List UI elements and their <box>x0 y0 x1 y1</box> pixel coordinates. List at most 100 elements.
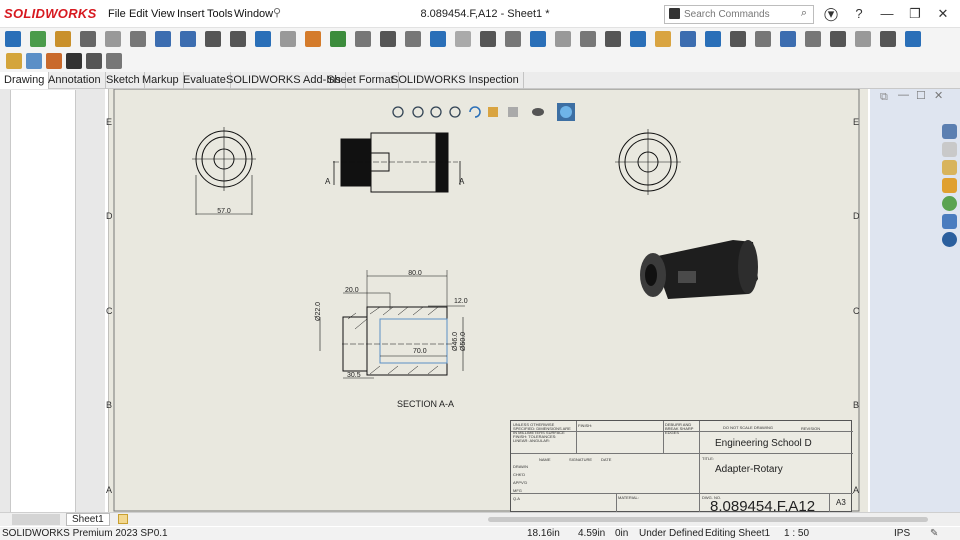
solidworks-logo[interactable]: SOLIDWORKS <box>4 6 97 21</box>
toolbar-icon[interactable] <box>155 31 171 47</box>
file-explorer-icon[interactable] <box>942 178 957 193</box>
sketch-toolbar-icon[interactable] <box>106 53 122 69</box>
dim-20: 20.0 <box>345 287 359 294</box>
menu-insert[interactable]: Insert <box>177 8 205 20</box>
menu-view[interactable]: View <box>151 8 175 20</box>
tab-inspection[interactable]: SOLIDWORKS Inspection <box>387 72 524 89</box>
toolbar-icon[interactable] <box>280 31 296 47</box>
sketch-toolbar-icon[interactable] <box>66 53 82 69</box>
sketch-toolbar-icon[interactable] <box>86 53 102 69</box>
sketch-toolbar-icon[interactable] <box>6 53 22 69</box>
restore-button[interactable]: ❐ <box>904 4 926 24</box>
pane-maximize-icon[interactable]: ☐ <box>916 89 926 102</box>
sheet-nav-buttons[interactable] <box>12 514 60 525</box>
border-row-d-left: D <box>106 211 113 221</box>
toolbar-icon[interactable] <box>105 31 121 47</box>
menu-file[interactable]: File <box>108 8 126 20</box>
border-row-c-right: C <box>853 306 860 316</box>
user-icon[interactable]: ◯ <box>820 4 842 24</box>
tab-drawing[interactable]: Drawing <box>0 72 50 89</box>
toolbar-icon[interactable] <box>5 31 21 47</box>
status-definition: Under Defined <box>639 528 704 539</box>
menu-tools[interactable]: Tools <box>207 8 233 20</box>
toolbar-icon[interactable] <box>80 31 96 47</box>
tb-finish-label: FINISH: <box>578 423 593 428</box>
pane-restore-icon[interactable]: ⧉ <box>880 91 888 104</box>
toolbar-icon[interactable] <box>655 31 671 47</box>
sketch-toolbar-icon[interactable] <box>26 53 42 69</box>
toolbar-icon[interactable] <box>130 31 146 47</box>
toolbar-icon[interactable] <box>705 31 721 47</box>
pin-icon[interactable]: ⚲ <box>273 6 281 19</box>
appearances-icon[interactable] <box>942 196 957 211</box>
toolbar-icon[interactable] <box>880 31 896 47</box>
toolbar-icon[interactable] <box>630 31 646 47</box>
task-pane-icons <box>940 122 960 252</box>
scroll-thumb[interactable] <box>488 517 928 522</box>
tab-markup[interactable]: Markup <box>138 72 184 89</box>
minimize-button[interactable]: — <box>876 4 898 24</box>
search-placeholder: Search Commands <box>684 9 770 20</box>
toolbar-icon[interactable] <box>505 31 521 47</box>
toolbar-icon[interactable] <box>530 31 546 47</box>
close-button[interactable]: ✕ <box>932 4 954 24</box>
custom-properties-icon[interactable] <box>942 214 957 229</box>
toolbar-icon[interactable] <box>730 31 746 47</box>
design-library-icon[interactable] <box>942 160 957 175</box>
toolbar-icon[interactable] <box>355 31 371 47</box>
toolbar-icon[interactable] <box>205 31 221 47</box>
toolbar-icon[interactable] <box>455 31 471 47</box>
toolbar-icon[interactable] <box>230 31 246 47</box>
toolbar-icon[interactable] <box>855 31 871 47</box>
toolbar-icon[interactable] <box>605 31 621 47</box>
toolbar-icon[interactable] <box>755 31 771 47</box>
pane-close-icon[interactable]: ✕ <box>934 89 943 102</box>
home-icon[interactable] <box>942 124 957 139</box>
toolbar-icon[interactable] <box>680 31 696 47</box>
toolbar-icon[interactable] <box>405 31 421 47</box>
status-quick-tips-icon[interactable]: ✎ <box>930 528 938 539</box>
forum-icon[interactable] <box>942 232 957 247</box>
section-arrow-right: A <box>459 177 465 186</box>
search-icon[interactable]: ⌕ <box>801 7 807 20</box>
toolbar-icon[interactable] <box>780 31 796 47</box>
status-scale[interactable]: 1 : 50 <box>784 528 809 539</box>
sketch-toolbar-icon[interactable] <box>46 53 62 69</box>
title-block: UNLESS OTHERWISE SPECIFIED: DIMENSIONS A… <box>510 420 853 515</box>
horizontal-scrollbar[interactable] <box>480 512 960 526</box>
toolbar-icon[interactable] <box>555 31 571 47</box>
toolbar-icon[interactable] <box>480 31 496 47</box>
toolbar-icon[interactable] <box>180 31 196 47</box>
toolbar-icon[interactable] <box>330 31 346 47</box>
toolbar-icon[interactable] <box>830 31 846 47</box>
status-x: 18.16in <box>527 528 560 539</box>
border-row-c-left: C <box>106 306 113 316</box>
toolbar-icon[interactable] <box>380 31 396 47</box>
menu-edit[interactable]: Edit <box>129 8 148 20</box>
toolbar-icon[interactable] <box>305 31 321 47</box>
border-row-e-left: E <box>106 117 113 127</box>
toolbar-icon[interactable] <box>55 31 71 47</box>
search-input[interactable]: Search Commands ⌕ <box>664 5 814 24</box>
border-row-d-right: D <box>853 211 860 221</box>
toolbar-icon[interactable] <box>430 31 446 47</box>
command-manager-tabs: Drawing Annotation Sketch Markup Evaluat… <box>0 72 960 89</box>
help-icon[interactable]: ? <box>848 4 870 24</box>
menu-window[interactable]: Window <box>234 8 273 20</box>
toolbar-icon[interactable] <box>30 31 46 47</box>
add-sheet-icon[interactable] <box>118 514 128 524</box>
tab-annotation[interactable]: Annotation <box>44 72 106 89</box>
toolbar-icon[interactable] <box>805 31 821 47</box>
toolbar-icon[interactable] <box>905 31 921 47</box>
3d-content-icon[interactable] <box>942 142 957 157</box>
sheet-tab-bar: Sheet1 <box>0 512 480 526</box>
pane-minimize-icon[interactable]: — <box>898 89 909 101</box>
feature-tree[interactable] <box>10 90 76 512</box>
border-row-a-left: A <box>106 485 113 495</box>
toolbar-icon[interactable] <box>255 31 271 47</box>
toolbar-icon[interactable] <box>580 31 596 47</box>
tb-row-mfg: MFG <box>513 488 522 493</box>
sheet-tab[interactable]: Sheet1 <box>66 513 110 526</box>
status-units[interactable]: IPS <box>894 528 910 539</box>
status-z: 0in <box>615 528 629 539</box>
